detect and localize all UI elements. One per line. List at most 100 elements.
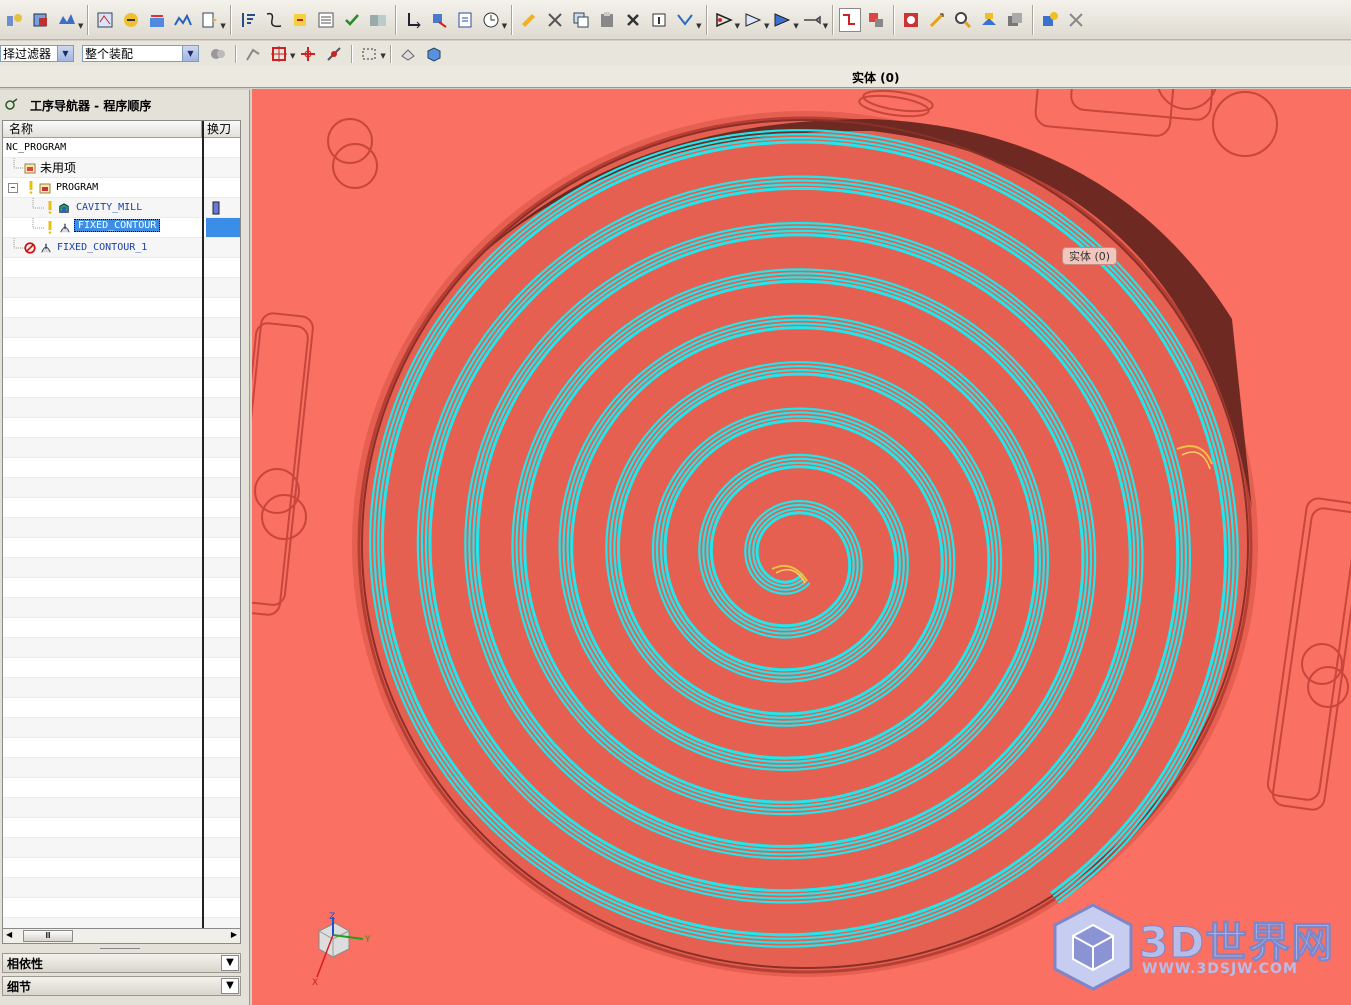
column-header-tool-change[interactable]: 换刀: [202, 121, 240, 137]
layer-icon[interactable]: [978, 8, 1000, 32]
details-label: 细节: [7, 979, 32, 994]
find-icon[interactable]: [952, 8, 974, 32]
feeds-speeds-icon[interactable]: [289, 8, 311, 32]
transform-icon[interactable]: [428, 8, 450, 32]
selection-tooltip: 实体 (0): [1062, 247, 1118, 265]
tool-path-list-icon[interactable]: [315, 8, 337, 32]
empty-row: [3, 798, 240, 818]
snap-midpoint-icon[interactable]: [297, 42, 319, 66]
folder-icon: [24, 163, 36, 174]
empty-row: [3, 478, 240, 498]
triad-x-label: X: [312, 978, 318, 988]
general-select-icon[interactable]: [207, 42, 229, 66]
tree-item-label: NC_PROGRAM: [6, 142, 67, 153]
column-divider[interactable]: [202, 121, 204, 929]
snap-endpoint-icon[interactable]: [268, 42, 290, 66]
tree-item-label: 未用项: [40, 161, 77, 175]
toolbar-separator: [87, 4, 89, 35]
cls-file-icon[interactable]: [454, 8, 476, 32]
replay-icon[interactable]: [713, 8, 735, 32]
tree-row-unused-items[interactable]: 未用项: [3, 158, 240, 178]
pin-icon[interactable]: [4, 98, 18, 112]
program-folder-icon: [39, 183, 51, 194]
machine-icon[interactable]: [771, 8, 793, 32]
program-order-view-icon[interactable]: [839, 7, 862, 32]
empty-row: [3, 318, 240, 338]
empty-row: [3, 718, 240, 738]
paste-operation-icon[interactable]: [596, 8, 618, 32]
assembly-scope-value: 整个装配: [85, 47, 134, 61]
check-tool-icon[interactable]: [341, 8, 363, 32]
verify-path-icon[interactable]: [172, 8, 194, 32]
empty-row: [3, 278, 240, 298]
display-path-icon[interactable]: [674, 8, 696, 32]
chevron-down-icon[interactable]: ▼: [182, 46, 198, 61]
chevron-down-icon[interactable]: ▼: [221, 955, 239, 971]
tree-row-fixed-contour[interactable]: FIXED_CONTOUR: [3, 218, 240, 238]
tree-row-nc-program[interactable]: NC_PROGRAM: [3, 138, 240, 158]
path-order-icon[interactable]: [263, 8, 285, 32]
tree-row-fixed-contour-1[interactable]: FIXED_CONTOUR_1: [3, 238, 240, 258]
edit-operation-icon[interactable]: [518, 8, 540, 32]
watermark-cube-icon: [1053, 903, 1133, 991]
details-panel[interactable]: 细节 ▼: [2, 976, 241, 996]
scroll-thumb[interactable]: Ⅲ: [23, 930, 73, 942]
create-tool-icon[interactable]: [30, 8, 52, 32]
status-bar: 实体 (0): [0, 66, 1351, 88]
time-icon[interactable]: [480, 8, 502, 32]
scroll-right-icon[interactable]: ▶: [231, 930, 237, 939]
empty-row: [3, 338, 240, 358]
warning-icon: [29, 181, 33, 194]
triad-y-label: Y: [364, 935, 371, 945]
empty-row: [3, 418, 240, 438]
cut-operation-icon[interactable]: [544, 8, 566, 32]
create-program-icon[interactable]: [4, 8, 26, 32]
horizontal-scrollbar[interactable]: ◀ Ⅲ ▶: [2, 928, 241, 944]
post-process-icon[interactable]: [198, 8, 220, 32]
delete-operation-icon[interactable]: [622, 8, 644, 32]
main-toolbar: ▼ ▼ ▼ ▼ ▼ ▼ ▼ ▼: [0, 0, 1351, 40]
create-geometry-icon[interactable]: [56, 8, 78, 32]
graphics-viewport[interactable]: 实体 (0) Z Y X 3D世界网 WWW.3DSJW.COM: [252, 89, 1351, 1005]
move-down-icon[interactable]: [402, 8, 424, 32]
chevron-down-icon[interactable]: ▼: [221, 978, 239, 994]
assembly-scope-dropdown[interactable]: 整个装配 ▼: [82, 45, 199, 62]
create-operation-icon[interactable]: [120, 8, 142, 32]
machine-tool-view-icon[interactable]: [865, 8, 887, 32]
geometry-view-icon[interactable]: [900, 8, 922, 32]
tool-display-icon[interactable]: [801, 8, 823, 32]
selection-filter-dropdown[interactable]: 择过滤器 ▼: [0, 45, 74, 62]
empty-row: [3, 698, 240, 718]
shaded-view-icon[interactable]: [423, 42, 445, 66]
snap-point-icon[interactable]: [242, 42, 264, 66]
close-icon[interactable]: [1065, 8, 1087, 32]
method-view-icon[interactable]: [926, 8, 948, 32]
view-rotate-icon[interactable]: [397, 42, 419, 66]
column-header-name[interactable]: 名称: [3, 121, 202, 137]
empty-row: [3, 818, 240, 838]
generate-path-icon[interactable]: [146, 8, 168, 32]
rectangle-select-icon[interactable]: [358, 42, 380, 66]
tree-row-cavity-mill[interactable]: CAVITY_MILL: [3, 198, 240, 218]
empty-row: [3, 258, 240, 278]
snap-center-icon[interactable]: [323, 42, 345, 66]
properties-icon[interactable]: [648, 8, 670, 32]
tree-item-label: CAVITY_MILL: [76, 202, 143, 213]
shop-docs-icon[interactable]: [367, 8, 389, 32]
empty-row: [3, 738, 240, 758]
scroll-left-icon[interactable]: ◀: [6, 930, 12, 939]
dependencies-panel[interactable]: 相依性 ▼: [2, 953, 241, 973]
collapse-toggle[interactable]: −: [8, 183, 18, 193]
create-method-icon[interactable]: [94, 8, 116, 32]
simulate-icon[interactable]: [742, 8, 764, 32]
tree-row-program[interactable]: − PROGRAM: [3, 178, 240, 198]
splitter-grip[interactable]: [100, 943, 140, 949]
view-triad[interactable]: Z Y X: [307, 909, 387, 989]
blank-icon[interactable]: [1004, 8, 1026, 32]
sort-icon[interactable]: [237, 8, 259, 32]
chevron-down-icon[interactable]: ▼: [57, 46, 73, 61]
assembly-icon[interactable]: [1039, 8, 1061, 32]
copy-operation-icon[interactable]: [570, 8, 592, 32]
toolbar-separator: [235, 44, 236, 63]
triad-z-label: Z: [329, 912, 335, 922]
